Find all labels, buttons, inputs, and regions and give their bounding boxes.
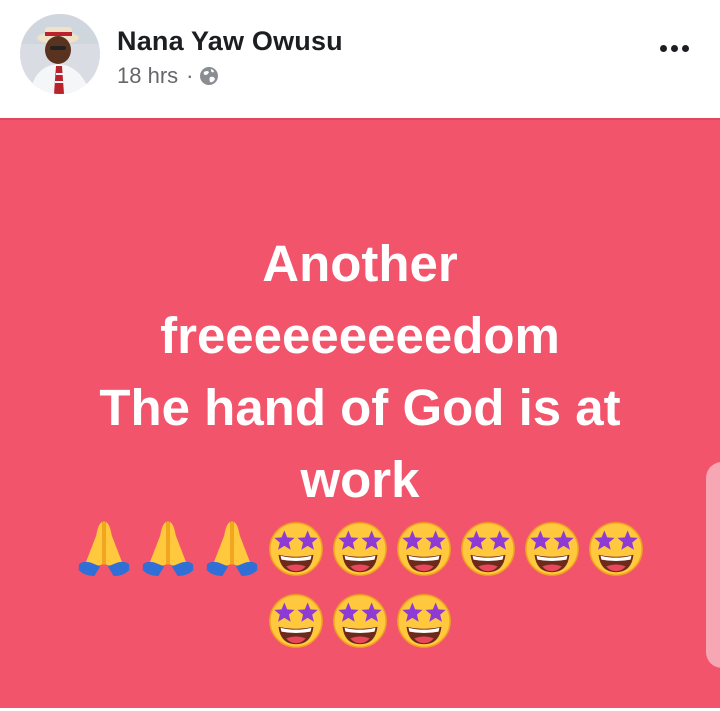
globe-icon[interactable] (199, 66, 219, 86)
post-text-line: freeeeeeeeedom (160, 307, 560, 364)
emoji-row (0, 588, 720, 650)
post-text-line: work (300, 451, 420, 508)
author-name[interactable]: Nana Yaw Owusu (117, 26, 343, 57)
post-text: Another freeeeeeeeedom The hand of God i… (40, 228, 680, 516)
star-struck-emoji (525, 522, 579, 576)
side-scroll-handle[interactable] (706, 462, 720, 668)
post-header: Nana Yaw Owusu 18 hrs · (0, 0, 720, 118)
star-struck-emoji (333, 522, 387, 576)
avatar[interactable] (20, 14, 100, 94)
folded-hands-emoji (142, 521, 194, 577)
star-struck-emoji (589, 522, 643, 576)
star-struck-emoji (333, 594, 387, 648)
star-struck-emoji (397, 594, 451, 648)
post-text-line: Another (262, 235, 458, 292)
post-meta: 18 hrs · (117, 63, 219, 89)
more-dot (670, 44, 678, 52)
emoji-row (0, 516, 720, 578)
more-options-icon[interactable] (652, 30, 696, 66)
folded-hands-emoji (206, 521, 258, 577)
separator-dot: · (186, 63, 194, 88)
folded-hands-emoji (78, 521, 130, 577)
star-struck-emoji (269, 594, 323, 648)
star-struck-emoji (397, 522, 451, 576)
star-struck-emoji (461, 522, 515, 576)
post-text-line: The hand of God is at (99, 379, 621, 436)
more-dot (681, 44, 689, 52)
timestamp[interactable]: 18 hrs (117, 63, 178, 89)
star-struck-emoji (269, 522, 323, 576)
more-dot (659, 44, 667, 52)
